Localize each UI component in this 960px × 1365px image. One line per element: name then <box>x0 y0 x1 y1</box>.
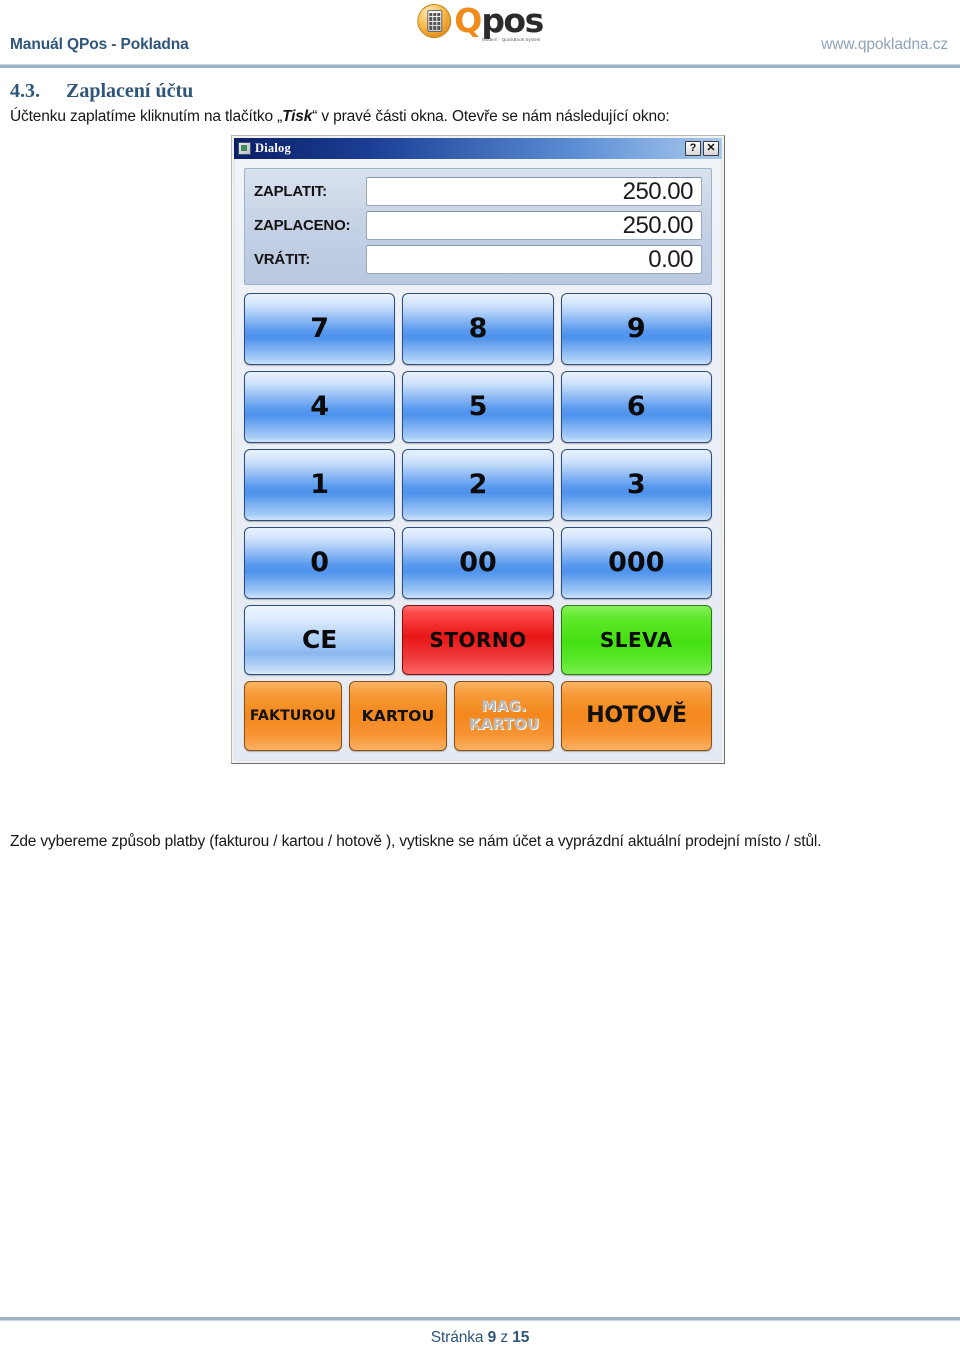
field-row-zaplatit: ZAPLATIT: 250.00 <box>254 176 702 208</box>
keypad-glyph <box>426 10 442 32</box>
close-icon[interactable]: ✕ <box>703 140 719 156</box>
page-of: z <box>500 1329 509 1346</box>
section-number: 4.3. <box>10 80 40 102</box>
keypad-row-456: 4 5 6 <box>244 370 712 443</box>
section-title: Zaplacení účtu <box>66 80 194 102</box>
keypad-row-123: 1 2 3 <box>244 448 712 521</box>
page-word: Stránka <box>430 1329 484 1346</box>
input-zaplaceno[interactable]: 250.00 <box>366 211 702 241</box>
numeric-keypad: 7 8 9 4 5 6 1 2 3 0 00 000 CE STORNO SLE… <box>244 292 712 675</box>
header-divider <box>0 64 960 68</box>
label-zaplaceno: ZAPLACENO: <box>254 217 351 235</box>
sleva-button[interactable]: SLEVA <box>560 604 712 675</box>
section-heading: 4.3. Zaplacení účtu <box>10 80 950 103</box>
dialog-title: Dialog <box>255 140 291 155</box>
key-6[interactable]: 6 <box>560 370 712 443</box>
logo-word-pos: pos <box>481 1 544 41</box>
key-4[interactable]: 4 <box>244 370 396 443</box>
mag-kartou-line1: MAG. <box>481 697 527 716</box>
intro-text-after: “ v pravé části okna. Otevře se nám násl… <box>312 108 670 125</box>
dialog-screenshot-area: Dialog ? ✕ ZAPLATIT: 250.00 ZAPLACENO: 2… <box>10 128 950 828</box>
page-total: 15 <box>512 1329 530 1346</box>
ce-button[interactable]: CE <box>244 604 396 675</box>
hotove-button[interactable]: HOTOVĚ <box>561 680 712 751</box>
key-000[interactable]: 000 <box>560 526 712 599</box>
dialog-titlebar[interactable]: Dialog ? ✕ <box>234 137 722 159</box>
logo-letter-q: Q <box>454 1 482 41</box>
fakturou-button[interactable]: FAKTUROU <box>244 680 342 751</box>
window-icon <box>238 141 251 155</box>
intro-emphasis-tisk: Tisk <box>282 108 313 125</box>
section-intro-paragraph: Účtenku zaplatíme kliknutím na tlačítko … <box>10 107 950 128</box>
label-zaplatit: ZAPLATIT: <box>254 183 327 201</box>
header-website-url: www.qpokladna.cz <box>821 36 948 53</box>
key-1[interactable]: 1 <box>244 448 396 521</box>
header-manual-title: Manuál QPos - Pokladna <box>10 36 189 53</box>
key-00[interactable]: 00 <box>402 526 554 599</box>
footer-divider <box>0 1317 960 1321</box>
key-9[interactable]: 9 <box>560 292 712 365</box>
mag-kartou-button: MAG. KARTOU <box>454 680 554 751</box>
body-explanation-paragraph: Zde vybereme způsob platby (fakturou / k… <box>10 832 822 850</box>
page-number: Stránka 9 z 15 <box>0 1329 960 1347</box>
field-row-vratit: VRÁTIT: 0.00 <box>254 244 702 276</box>
keypad-row-789: 7 8 9 <box>244 292 712 365</box>
storno-button[interactable]: STORNO <box>402 604 554 675</box>
label-vratit: VRÁTIT: <box>254 251 311 269</box>
logo-tagline: Modern · QuickBook System <box>482 37 541 43</box>
page-current: 9 <box>487 1329 497 1346</box>
field-row-zaplaceno: ZAPLACENO: 250.00 <box>254 210 702 242</box>
key-0[interactable]: 0 <box>244 526 396 599</box>
payment-method-row: FAKTUROU KARTOU MAG. KARTOU HOTOVĚ <box>244 680 712 751</box>
keypad-row-actions: CE STORNO SLEVA <box>244 604 712 675</box>
intro-text-before: Účtenku zaplatíme kliknutím na tlačítko … <box>10 108 283 125</box>
mag-kartou-line2: KARTOU <box>468 714 540 733</box>
amount-fields-panel: ZAPLATIT: 250.00 ZAPLACENO: 250.00 VRÁTI… <box>244 167 712 285</box>
help-icon[interactable]: ? <box>685 140 701 156</box>
document-footer: Stránka 9 z 15 <box>0 1307 960 1365</box>
input-vratit[interactable]: 0.00 <box>366 245 702 275</box>
titlebar-buttons: ? ✕ <box>685 140 720 156</box>
page-content: 4.3. Zaplacení účtu Účtenku zaplatíme kl… <box>0 80 960 853</box>
key-3[interactable]: 3 <box>560 448 712 521</box>
dialog-body: ZAPLATIT: 250.00 ZAPLACENO: 250.00 VRÁTI… <box>234 158 722 761</box>
key-7[interactable]: 7 <box>244 292 396 365</box>
key-5[interactable]: 5 <box>402 370 554 443</box>
input-zaplatit[interactable]: 250.00 <box>366 177 702 207</box>
kartou-button[interactable]: KARTOU <box>349 680 447 751</box>
document-header: Manuál QPos - Pokladna Q pos Modern · Qu… <box>0 0 960 68</box>
qpos-logo: Q pos Modern · QuickBook System <box>417 1 544 42</box>
calculator-icon <box>417 4 452 38</box>
keypad-row-zeros: 0 00 000 <box>244 526 712 599</box>
payment-dialog-window: Dialog ? ✕ ZAPLATIT: 250.00 ZAPLACENO: 2… <box>231 134 725 764</box>
key-8[interactable]: 8 <box>402 292 554 365</box>
logo-wordmark: Q pos Modern · QuickBook System <box>454 1 544 42</box>
key-2[interactable]: 2 <box>402 448 554 521</box>
